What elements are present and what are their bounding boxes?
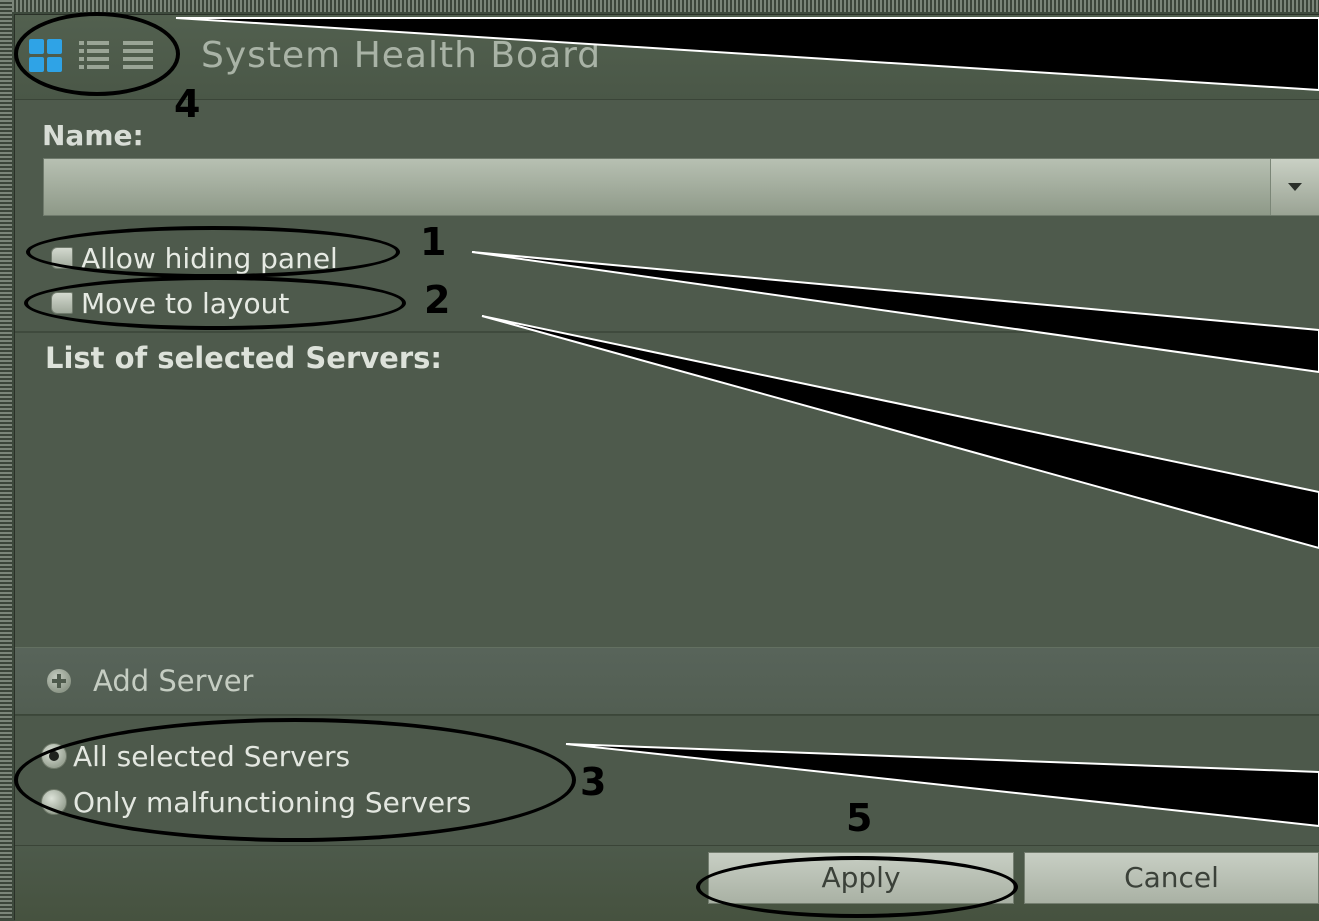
window-border-top	[0, 0, 1319, 12]
window-title: System Health Board	[201, 35, 602, 76]
divider	[15, 331, 1319, 333]
name-combobox[interactable]	[43, 158, 1319, 216]
callout-ellipse-view-icons	[14, 12, 180, 96]
servers-list-label: List of selected Servers:	[45, 341, 442, 375]
title-bar: System Health Board	[15, 15, 1319, 100]
callout-ellipse-allow-hiding	[26, 226, 400, 278]
name-label: Name:	[42, 119, 144, 152]
window-border-left	[0, 0, 12, 919]
annotation-number-2: 2	[424, 278, 451, 322]
callout-ellipse-move-layout	[24, 276, 406, 330]
callout-ellipse-filter	[14, 718, 576, 842]
cancel-button[interactable]: Cancel	[1024, 852, 1319, 904]
servers-list[interactable]	[15, 387, 1319, 645]
plus-circle-icon	[47, 669, 71, 693]
add-server-button[interactable]: Add Server	[15, 647, 1319, 715]
annotation-number-5: 5	[846, 796, 873, 840]
annotation-number-4: 4	[174, 82, 201, 126]
callout-ellipse-apply	[696, 856, 1018, 918]
add-server-label: Add Server	[93, 664, 254, 698]
chevron-down-icon[interactable]	[1270, 159, 1319, 215]
annotation-number-1: 1	[420, 220, 447, 264]
annotation-number-3: 3	[580, 760, 607, 804]
